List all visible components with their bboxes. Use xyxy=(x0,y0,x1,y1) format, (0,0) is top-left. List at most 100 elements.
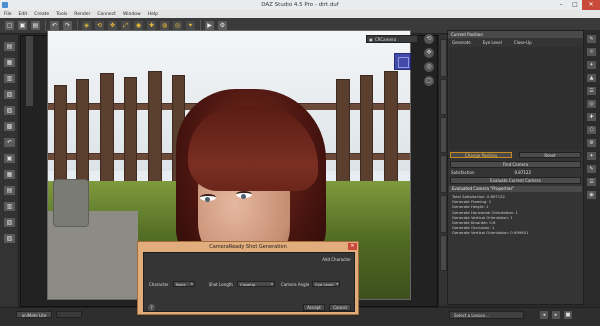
viewport-tab-strip[interactable] xyxy=(26,36,33,106)
shot-length-select[interactable]: CloseUp xyxy=(236,281,275,287)
satisfaction-row: Satisfaction 0.87122 xyxy=(448,169,583,176)
dolly-icon[interactable]: ◎ xyxy=(424,62,434,72)
tab-shaping[interactable] xyxy=(440,235,447,271)
lesson-select[interactable]: Select a Lesson... xyxy=(449,311,524,319)
new-icon[interactable]: ▢ xyxy=(5,21,14,30)
evaluate-camera-button[interactable]: Evaluate Current Camera xyxy=(450,177,581,184)
posing-icon[interactable]: ▨ xyxy=(4,106,15,115)
title-bar: DAZ Studio 4.5 Pro - dirt.duf – □ ✕ xyxy=(0,0,600,10)
scale-icon[interactable]: ⤢ xyxy=(121,21,130,30)
previous-icon[interactable]: ◂ xyxy=(540,311,548,319)
find-camera-button[interactable]: Find Camera xyxy=(450,161,581,168)
orbit-icon[interactable]: ⟲ xyxy=(424,34,434,44)
view-cube[interactable] xyxy=(394,53,411,70)
tab-parameters[interactable] xyxy=(440,79,447,115)
edit-icon[interactable]: ✎ xyxy=(587,35,596,43)
tab-smart-content[interactable] xyxy=(440,155,447,193)
joint-icon[interactable]: ✚ xyxy=(147,21,156,30)
change-position-button[interactable]: Change Position xyxy=(450,152,512,158)
menu-render[interactable]: Render xyxy=(74,12,90,17)
pencil-icon[interactable]: ✎ xyxy=(587,165,596,173)
timeline-icon[interactable]: ▨ xyxy=(4,234,15,243)
dialog-title: CameraReady Shot Generation xyxy=(138,242,358,252)
camera-icon[interactable]: ◎ xyxy=(173,21,182,30)
add-character-button[interactable]: Add Character xyxy=(322,257,351,262)
maximize-button[interactable]: □ xyxy=(568,0,582,10)
pointer-icon[interactable]: ◈ xyxy=(82,21,91,30)
record-icon[interactable]: ◉ xyxy=(587,191,596,199)
save-icon[interactable]: ▥ xyxy=(4,74,15,83)
smart-content-icon[interactable]: ▦ xyxy=(4,58,15,67)
tab-content-library[interactable] xyxy=(440,195,447,233)
geometry-icon[interactable]: ⬡ xyxy=(587,126,596,134)
save-icon[interactable]: ▤ xyxy=(31,21,40,30)
camera-angle-label: Camera Angle xyxy=(280,281,310,287)
menu-create[interactable]: Create xyxy=(34,12,49,17)
lights-icon[interactable]: ▦ xyxy=(4,170,15,179)
pan-icon[interactable]: ✥ xyxy=(424,48,434,58)
menu-file[interactable]: File xyxy=(4,12,12,17)
star-icon[interactable]: ✦ xyxy=(587,61,596,69)
shot-settings-row: Character None Shot Length CloseUp Camer… xyxy=(149,281,355,287)
frame-icon[interactable]: ▢ xyxy=(424,76,434,86)
window-title: DAZ Studio 4.5 Pro - dirt.duf xyxy=(261,2,339,8)
rotate-icon[interactable]: ⟲ xyxy=(95,21,104,30)
minimize-button[interactable]: – xyxy=(554,0,568,10)
render-icon[interactable]: ▣ xyxy=(4,154,15,163)
menu-window[interactable]: Window xyxy=(123,12,141,17)
render-icon[interactable]: ▶ xyxy=(205,21,214,30)
shaping-icon[interactable]: ▩ xyxy=(4,122,15,131)
list-icon[interactable]: ☰ xyxy=(587,87,596,95)
translate-icon[interactable]: ✥ xyxy=(108,21,117,30)
shot-generation-dialog: CameraReady Shot Generation ✕ Add Charac… xyxy=(137,241,359,315)
position-list[interactable] xyxy=(449,47,582,150)
surface-icon[interactable]: ◍ xyxy=(160,21,169,30)
help-icon[interactable]: ? xyxy=(148,304,155,311)
close-button[interactable]: ✕ xyxy=(582,0,600,10)
sparkle-icon[interactable]: ✦ xyxy=(587,152,596,160)
cancel-button[interactable]: Cancel xyxy=(329,304,351,311)
reset-button[interactable]: Reset xyxy=(519,152,581,158)
scene-icon[interactable]: ▧ xyxy=(4,218,15,227)
panel-header: Current Position xyxy=(448,31,583,38)
tab-scene[interactable] xyxy=(440,39,447,77)
barrel xyxy=(53,179,89,227)
undo-icon[interactable]: ↶ xyxy=(4,138,15,147)
character-select[interactable]: None xyxy=(172,281,195,287)
far-right-tool-strip: ✎ ☼ ✦ ▲ ☰ ◎ ✚ ⬡ ⚙ ✦ ✎ ☰ ◉ xyxy=(584,30,600,305)
tab-animate-lite[interactable]: aniMate Lite xyxy=(16,311,52,318)
add-icon[interactable]: ✚ xyxy=(587,113,596,121)
dialog-close-button[interactable]: ✕ xyxy=(348,243,357,250)
content-library-icon[interactable]: ▤ xyxy=(4,42,15,51)
presets-icon[interactable]: ▧ xyxy=(4,90,15,99)
window-controls: – □ ✕ xyxy=(554,0,600,10)
accept-button[interactable]: Accept xyxy=(303,304,325,311)
menu-connect[interactable]: Connect xyxy=(97,12,116,17)
undo-icon[interactable]: ↶ xyxy=(50,21,59,30)
tab-timeline[interactable] xyxy=(56,311,82,318)
light-icon[interactable]: ☼ xyxy=(587,48,596,56)
surfaces-icon[interactable]: ▥ xyxy=(4,202,15,211)
left-tool-strip: ▤ ▦ ▥ ▧ ▨ ▩ ↶ ▣ ▦ ▤ ▥ ▧ ▨ xyxy=(0,35,19,307)
node-icon[interactable]: ◉ xyxy=(134,21,143,30)
camera-angle-select[interactable]: Eye Level xyxy=(312,281,341,287)
settings-icon[interactable]: ⚙ xyxy=(587,139,596,147)
redo-icon[interactable]: ↷ xyxy=(63,21,72,30)
stop-icon[interactable]: ■ xyxy=(564,311,572,319)
spot-light-icon[interactable]: ✦ xyxy=(186,21,195,30)
next-icon[interactable]: ▸ xyxy=(552,311,560,319)
cameras-icon[interactable]: ▤ xyxy=(4,186,15,195)
menu-edit[interactable]: Edit xyxy=(19,12,28,17)
menu-tools[interactable]: Tools xyxy=(56,12,67,17)
tab-surfaces[interactable] xyxy=(440,117,447,153)
menu-icon[interactable]: ☰ xyxy=(587,178,596,186)
shot-length-label: Shot Length xyxy=(208,281,233,287)
target-icon[interactable]: ◎ xyxy=(587,100,596,108)
character-label: Character xyxy=(149,281,169,287)
viewport-camera-select[interactable]: CRCamera xyxy=(366,35,418,44)
render-settings-icon[interactable]: ⚙ xyxy=(218,21,227,30)
viewport-nav-controls: ⟲ ✥ ◎ ▢ xyxy=(422,30,436,100)
menu-help[interactable]: Help xyxy=(148,12,158,17)
mountain-icon[interactable]: ▲ xyxy=(587,74,596,82)
open-icon[interactable]: ▣ xyxy=(18,21,27,30)
